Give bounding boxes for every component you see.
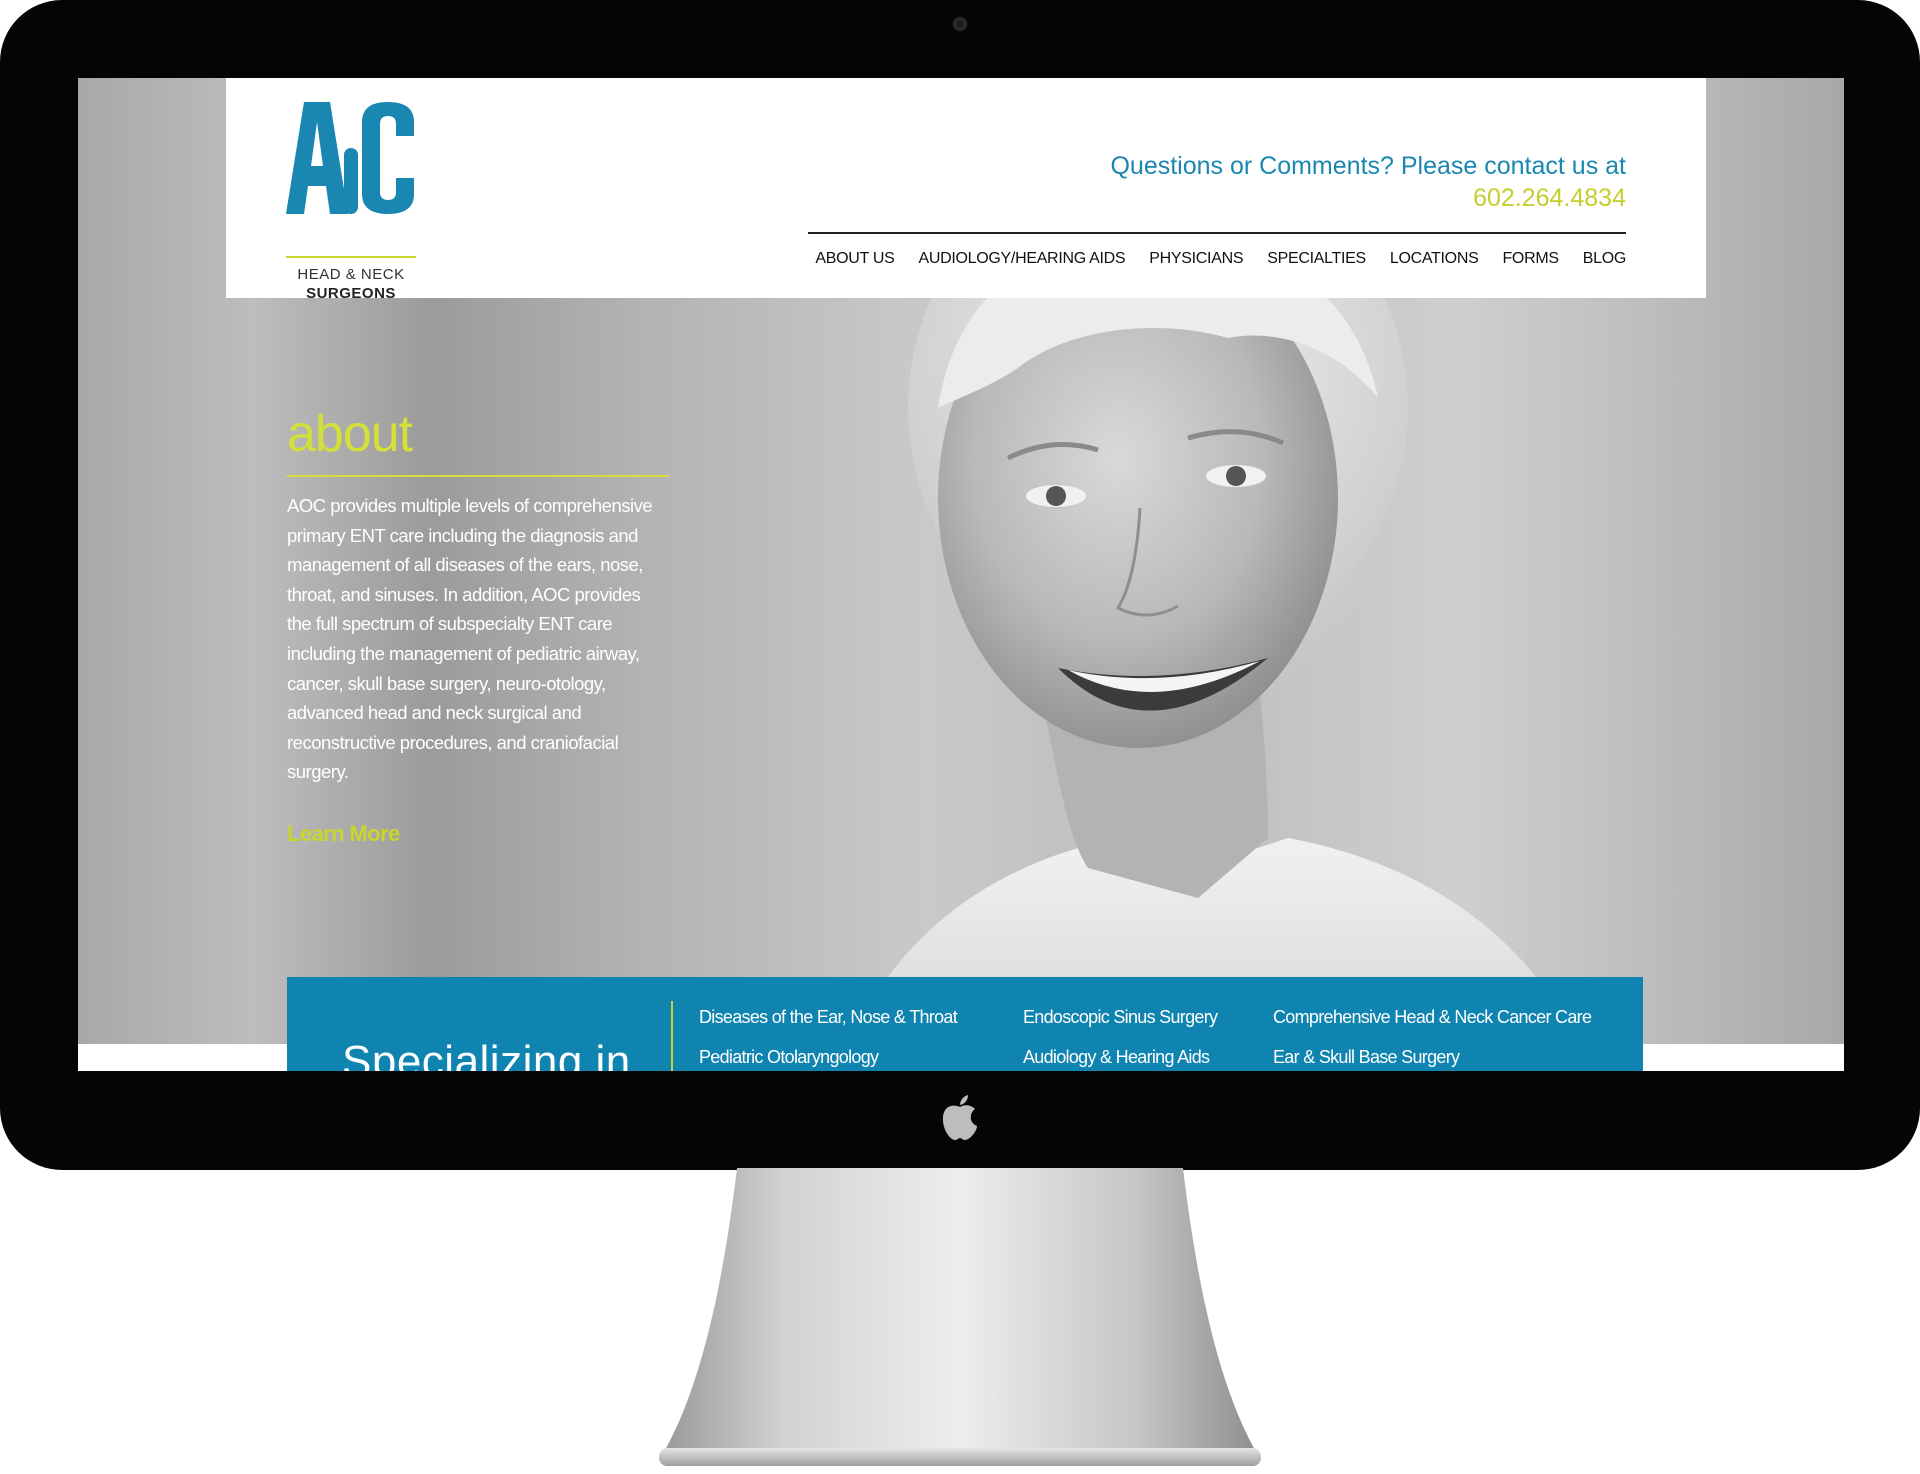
logo-divider bbox=[286, 256, 416, 258]
nav-item-specialties[interactable]: SPECIALTIES bbox=[1267, 250, 1366, 268]
nav-item-forms[interactable]: FORMS bbox=[1502, 250, 1559, 268]
nav-item-about-us[interactable]: ABOUT US bbox=[815, 250, 894, 268]
learn-more-link[interactable]: Learn More bbox=[287, 821, 400, 847]
monitor-stand bbox=[659, 1168, 1261, 1466]
monitor-bezel: HEAD & NECK SURGEONS Questions or Commen… bbox=[0, 0, 1920, 1170]
about-title: about bbox=[287, 405, 413, 463]
nav-item-audiology[interactable]: AUDIOLOGY/HEARING AIDS bbox=[918, 250, 1125, 268]
apple-logo-icon bbox=[942, 1095, 977, 1140]
specialty-link-pediatric[interactable]: Pediatric Otolaryngology bbox=[699, 1047, 879, 1068]
specializing-heading: Specializing in bbox=[342, 1037, 631, 1071]
nav-item-locations[interactable]: LOCATIONS bbox=[1390, 250, 1479, 268]
camera-icon bbox=[953, 17, 967, 31]
specializing-divider bbox=[671, 1001, 673, 1071]
specialty-link-sinus-surgery[interactable]: Endoscopic Sinus Surgery bbox=[1023, 1007, 1218, 1028]
logo-tagline-line1: HEAD & NECK bbox=[297, 266, 405, 283]
contact-phone-link[interactable]: 602.264.4834 bbox=[1110, 182, 1626, 214]
site-header: HEAD & NECK SURGEONS Questions or Commen… bbox=[226, 78, 1706, 302]
main-nav: ABOUT US AUDIOLOGY/HEARING AIDS PHYSICIA… bbox=[815, 250, 1626, 268]
about-section: about AOC provides multiple levels of co… bbox=[287, 403, 669, 847]
website-screen: HEAD & NECK SURGEONS Questions or Commen… bbox=[78, 78, 1844, 1071]
about-description: AOC provides multiple levels of comprehe… bbox=[287, 495, 653, 783]
nav-item-physicians[interactable]: PHYSICIANS bbox=[1149, 250, 1243, 268]
aoc-logo[interactable]: HEAD & NECK SURGEONS bbox=[286, 102, 416, 302]
contact-question: Questions or Comments? Please contact us… bbox=[1110, 152, 1626, 180]
nav-item-blog[interactable]: BLOG bbox=[1583, 250, 1627, 268]
about-divider bbox=[287, 475, 669, 477]
logo-tagline-line2: SURGEONS bbox=[306, 285, 396, 302]
specialty-link-skull-base[interactable]: Ear & Skull Base Surgery bbox=[1273, 1047, 1460, 1068]
nav-divider bbox=[808, 232, 1626, 234]
specialty-link-cancer-care[interactable]: Comprehensive Head & Neck Cancer Care bbox=[1273, 1007, 1592, 1028]
specialty-link-audiology[interactable]: Audiology & Hearing Aids bbox=[1023, 1047, 1210, 1068]
contact-info: Questions or Comments? Please contact us… bbox=[1110, 150, 1626, 214]
specialty-link-ent-diseases[interactable]: Diseases of the Ear, Nose & Throat bbox=[699, 1007, 958, 1028]
specializing-bar: Specializing in Diseases of the Ear, Nos… bbox=[287, 977, 1643, 1071]
